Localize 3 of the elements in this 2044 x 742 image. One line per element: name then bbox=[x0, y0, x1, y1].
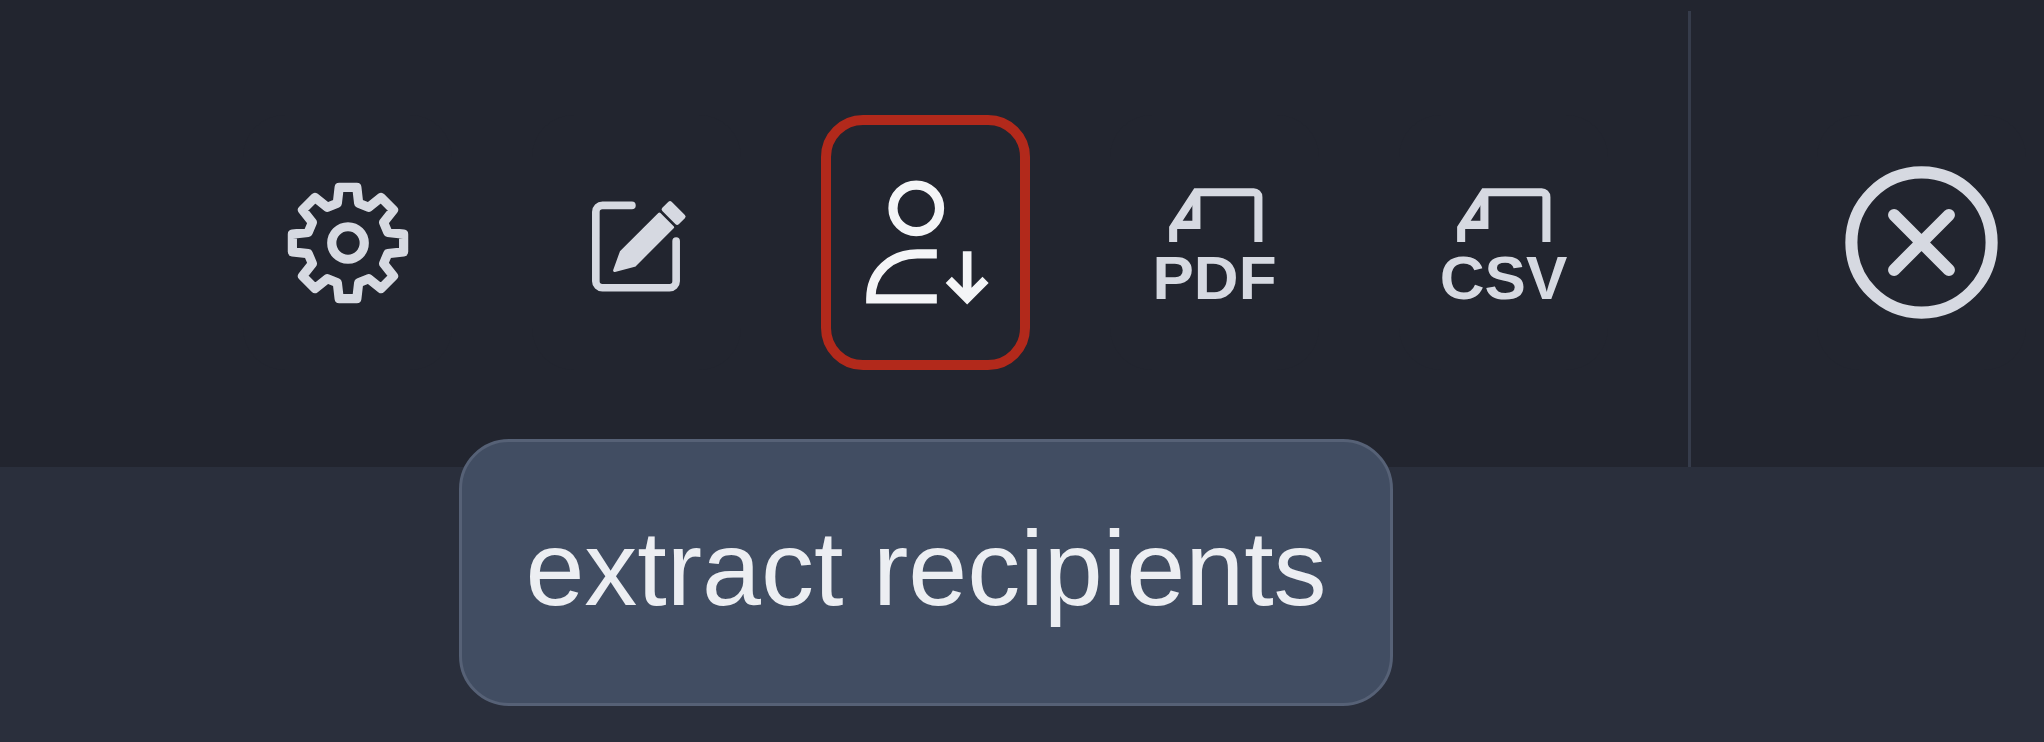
tooltip: extract recipients bbox=[459, 439, 1393, 706]
close-icon bbox=[1845, 166, 1998, 319]
person-download-button[interactable] bbox=[821, 115, 1030, 370]
